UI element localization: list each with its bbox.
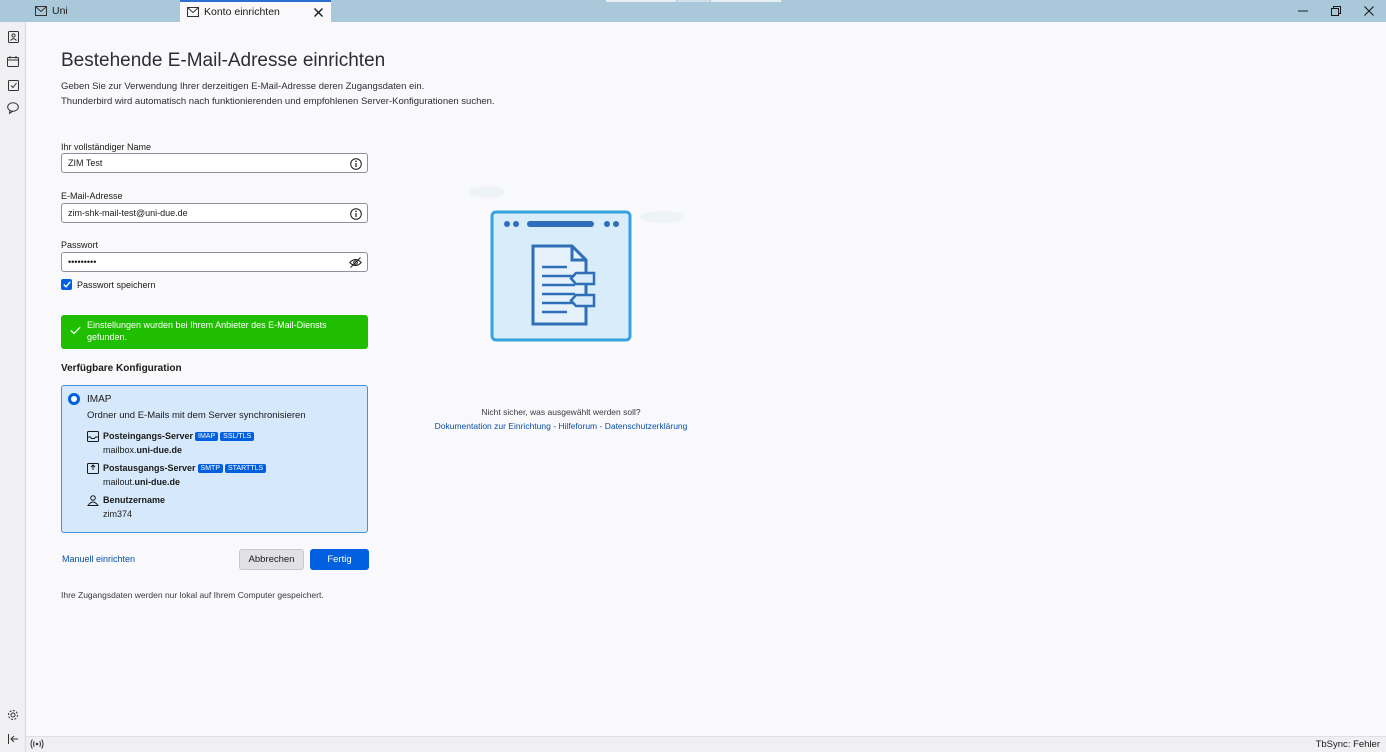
config-heading: Verfügbare Konfiguration <box>61 363 182 374</box>
tab-label: Uni <box>52 5 68 17</box>
host-prefix: mailbox. <box>103 445 137 455</box>
calendar-icon[interactable] <box>4 52 22 70</box>
cancel-button[interactable]: Abbrechen <box>239 549 304 570</box>
tab-label: Konto einrichten <box>204 6 280 18</box>
drag-region <box>711 0 781 2</box>
spaces-toolbar <box>0 0 26 752</box>
manual-setup-link[interactable]: Manuell einrichten <box>62 554 135 564</box>
tab-uni[interactable]: Uni <box>30 0 178 22</box>
intro-line: Thunderbird wird automatisch nach funkti… <box>61 95 495 107</box>
done-button[interactable]: Fertig <box>310 549 369 570</box>
hide-password-icon[interactable] <box>349 256 362 269</box>
close-window-icon[interactable] <box>1359 2 1379 20</box>
close-tab-icon[interactable] <box>311 5 325 19</box>
inbox-icon <box>87 431 99 442</box>
drag-region <box>677 0 710 2</box>
password-input[interactable] <box>62 253 332 271</box>
outbox-icon <box>87 463 99 474</box>
outgoing-host: mailout.uni-due.de <box>103 477 180 487</box>
protocol-description: Ordner und E-Mails mit dem Server synchr… <box>87 410 306 421</box>
incoming-server-title: Posteingangs-Server IMAP SSL/TLS <box>103 431 255 441</box>
intro-text: Geben Sie zur Verwendung Ihrer derzeitig… <box>61 80 495 109</box>
setup-illustration <box>447 172 697 362</box>
page-title: Bestehende E-Mail-Adresse einrichten <box>61 50 386 71</box>
info-icon[interactable] <box>349 207 362 220</box>
email-field[interactable] <box>61 203 368 223</box>
help-question: Nicht sicher, was ausgewählt werden soll… <box>481 407 641 417</box>
document-window-illustration <box>469 186 684 342</box>
name-field[interactable] <box>61 153 368 173</box>
security-tag: SSL/TLS <box>220 432 255 441</box>
name-input[interactable] <box>62 154 332 172</box>
incoming-host: mailbox.uni-due.de <box>103 445 182 455</box>
success-notification: Einstellungen wurden bei Ihrem Anbieter … <box>61 315 368 349</box>
help-forum-link[interactable]: Hilfeforum <box>558 421 597 431</box>
chat-icon[interactable] <box>4 99 22 117</box>
mail-setup-icon <box>186 5 200 19</box>
tbsync-status[interactable]: TbSync: Fehler <box>1316 739 1380 750</box>
email-input[interactable] <box>62 204 332 222</box>
title-bar: Uni Konto einrichten <box>0 0 1386 22</box>
username-value: zim374 <box>103 509 133 519</box>
protocol-tag: IMAP <box>195 432 219 441</box>
address-book-icon[interactable] <box>4 28 22 46</box>
incoming-server-label: Posteingangs-Server <box>103 431 194 441</box>
drag-region <box>606 0 676 2</box>
protocol-label: IMAP <box>87 394 112 405</box>
link-separator: - <box>597 421 605 431</box>
online-status-icon[interactable] <box>30 738 44 751</box>
user-icon <box>87 495 99 506</box>
host-domain: uni-due.de <box>136 445 183 455</box>
password-field[interactable] <box>61 252 368 272</box>
imap-radio[interactable] <box>68 393 80 405</box>
restore-icon[interactable] <box>1326 2 1346 20</box>
account-setup-page: Bestehende E-Mail-Adresse einrichten Geb… <box>27 22 1386 736</box>
config-option-imap[interactable]: IMAP Ordner und E-Mails mit dem Server s… <box>61 385 368 533</box>
security-tag: STARTTLS <box>225 464 267 473</box>
info-icon[interactable] <box>349 157 362 170</box>
checkmark-icon <box>70 326 81 337</box>
tasks-icon[interactable] <box>4 76 22 94</box>
settings-gear-icon[interactable] <box>4 706 22 724</box>
collapse-toolbar-icon[interactable] <box>4 730 22 748</box>
host-prefix: mailout. <box>103 477 135 487</box>
privacy-policy-link[interactable]: Datenschutzerklärung <box>605 421 688 431</box>
remember-password-label: Passwort speichern <box>77 279 156 290</box>
status-bar: TbSync: Fehler <box>26 736 1386 752</box>
remember-password-checkbox[interactable]: Passwort speichern <box>61 279 156 290</box>
intro-line: Geben Sie zur Verwendung Ihrer derzeitig… <box>61 81 425 92</box>
documentation-link[interactable]: Dokumentation zur Einrichtung <box>435 421 551 431</box>
minimize-icon[interactable] <box>1293 2 1313 20</box>
outgoing-server-title: Postausgangs-Server SMTP STARTTLS <box>103 463 267 473</box>
host-domain: uni-due.de <box>134 477 181 487</box>
mail-icon <box>34 4 48 18</box>
email-label: E-Mail-Adresse <box>61 191 123 201</box>
privacy-footnote: Ihre Zugangsdaten werden nur lokal auf I… <box>61 590 324 600</box>
checkbox-checked-icon[interactable] <box>61 279 72 290</box>
username-label: Benutzername <box>103 495 166 505</box>
outgoing-server-label: Postausgangs-Server <box>103 463 196 473</box>
tab-account-setup[interactable]: Konto einrichten <box>180 0 331 22</box>
name-label: Ihr vollständiger Name <box>61 142 152 152</box>
protocol-tag: SMTP <box>197 464 223 473</box>
password-label: Passwort <box>61 240 99 250</box>
help-links: Dokumentation zur Einrichtung - Hilfefor… <box>411 421 711 431</box>
success-message: Einstellungen wurden bei Ihrem Anbieter … <box>87 320 327 342</box>
